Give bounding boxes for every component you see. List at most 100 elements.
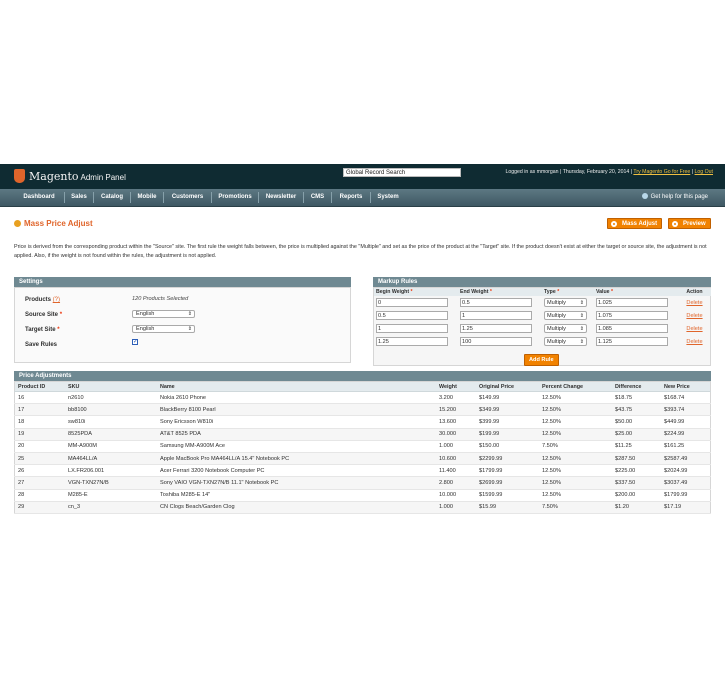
cell-original-price: $1799.99: [476, 464, 539, 478]
cell-percent-change: 12.50%: [539, 489, 612, 502]
add-rule-button[interactable]: Add Rule: [524, 354, 559, 366]
cell-difference: $337.50: [612, 476, 661, 490]
cell-weight: 15.200: [436, 403, 476, 417]
col-sku[interactable]: SKU: [65, 381, 157, 392]
col-end-weight: End Weight *: [458, 288, 542, 296]
col-type: Type *: [542, 288, 594, 296]
table-row[interactable]: 19 8525PDA AT&T 8525 PDA 30.000 $199.99 12.50…: [14, 428, 711, 441]
table-row[interactable]: 17 bb8100 BlackBerry 8100 Pearl 15.200 $349.…: [14, 403, 711, 417]
target-site-label: Target Site *: [25, 327, 60, 333]
select-arrows-icon: ⇕: [579, 326, 584, 332]
cell-name: Apple MacBook Pro MA464LL/A 15.4" Notebo…: [157, 452, 436, 466]
nav-mobile[interactable]: Mobile: [131, 189, 163, 206]
value-input[interactable]: 1.085: [596, 324, 668, 333]
main-nav: Dashboard Sales Catalog Mobile Customers…: [0, 189, 725, 207]
nav-sales[interactable]: Sales: [65, 189, 93, 206]
price-adjustments-table: Product ID SKU Name Weight Original Pric…: [14, 381, 711, 514]
type-select[interactable]: Multiply ⇕: [544, 337, 587, 346]
cell-new-price: $3037.49: [661, 476, 711, 490]
col-product-id[interactable]: Product ID: [14, 381, 65, 392]
col-weight[interactable]: Weight: [436, 381, 476, 392]
mass-adjust-button[interactable]: Mass Adjust: [607, 218, 663, 229]
delete-rule-link[interactable]: Delete: [686, 339, 702, 345]
try-magento-link[interactable]: Try Magento Go for Free: [633, 169, 690, 175]
cell-sku: sw810i: [65, 415, 157, 429]
type-select[interactable]: Multiply ⇕: [544, 298, 587, 307]
cell-weight: 2.800: [436, 476, 476, 490]
value-input[interactable]: 1.025: [596, 298, 668, 307]
value-input[interactable]: 1.075: [596, 311, 668, 320]
table-row[interactable]: 16 n2610 Nokia 2610 Phone 3.200 $149.99 12.50…: [14, 391, 711, 405]
value-input[interactable]: 1.125: [596, 337, 668, 346]
source-site-select[interactable]: English ⇕: [132, 310, 195, 318]
cell-weight: 3.200: [436, 391, 476, 405]
nav-system[interactable]: System: [371, 189, 405, 206]
page-title-row: Mass Price Adjust: [14, 219, 93, 228]
delete-rule-link[interactable]: Delete: [686, 300, 702, 306]
cell-percent-change: 12.50%: [539, 403, 612, 417]
end-weight-input[interactable]: 100: [460, 337, 532, 346]
col-new-price[interactable]: New Price: [661, 381, 711, 392]
cell-percent-change: 12.50%: [539, 476, 612, 490]
nav-newsletter[interactable]: Newsletter: [259, 189, 303, 206]
help-icon: [641, 193, 648, 199]
table-row[interactable]: 28 M285-E Toshiba M285-E 14" 10.000 $1599.99…: [14, 489, 711, 502]
products-help-link[interactable]: (?): [53, 297, 60, 303]
table-row[interactable]: 18 sw810i Sony Ericsson W810i 13.600 $399.99…: [14, 415, 711, 429]
markup-row: 1.25 100 Multiply ⇕ 1.125 Delete: [374, 335, 711, 348]
magento-logo[interactable]: Magento Admin Panel: [14, 169, 126, 183]
cell-weight: 30.000: [436, 428, 476, 441]
end-weight-input[interactable]: 1.25: [460, 324, 532, 333]
end-weight-input[interactable]: 1: [460, 311, 532, 320]
save-rules-checkbox[interactable]: ✓: [132, 339, 138, 345]
end-weight-input[interactable]: 0.5: [460, 298, 532, 307]
table-row[interactable]: 26 LX.FR206.001 Acer Ferrari 3200 Notebook…: [14, 464, 711, 478]
type-select[interactable]: Multiply ⇕: [544, 324, 587, 333]
table-row[interactable]: 29 cn_3 CN Clogs Beach/Garden Clog 1.000 $15…: [14, 501, 711, 514]
global-search-input[interactable]: Global Record Search: [343, 168, 461, 177]
magento-logo-icon: [14, 169, 25, 183]
cell-product-id: 20: [14, 440, 65, 453]
delete-rule-link[interactable]: Delete: [686, 326, 702, 332]
type-select[interactable]: Multiply ⇕: [544, 311, 587, 320]
target-site-select[interactable]: English ⇕: [132, 325, 195, 333]
col-difference[interactable]: Difference: [612, 381, 661, 392]
begin-weight-input[interactable]: 1: [376, 324, 448, 333]
admin-header: Magento Admin Panel Global Record Search…: [0, 164, 725, 189]
nav-reports[interactable]: Reports: [332, 189, 370, 206]
col-percent-change[interactable]: Percent Change: [539, 381, 612, 392]
begin-weight-input[interactable]: 0.5: [376, 311, 448, 320]
mass-adjust-label: Mass Adjust: [622, 221, 658, 227]
preview-button[interactable]: Preview: [668, 218, 711, 229]
cell-new-price: $1799.99: [661, 489, 711, 502]
cell-percent-change: 12.50%: [539, 452, 612, 466]
adjustments-body: 16 n2610 Nokia 2610 Phone 3.200 $149.99 12.50…: [14, 391, 711, 514]
table-row[interactable]: 25 MA464LL/A Apple MacBook Pro MA464LL/A 1…: [14, 452, 711, 466]
preview-icon: [672, 221, 678, 227]
cell-name: Acer Ferrari 3200 Notebook Computer PC: [157, 464, 436, 478]
nav-customers[interactable]: Customers: [164, 189, 211, 206]
table-row[interactable]: 20 MM-A900M Samsung MM-A900M Ace 1.000 $150.…: [14, 440, 711, 453]
help-link[interactable]: Get help for this page: [641, 189, 708, 206]
delete-rule-link[interactable]: Delete: [686, 313, 702, 319]
col-original-price[interactable]: Original Price: [476, 381, 539, 392]
nav-dashboard[interactable]: Dashboard: [14, 189, 64, 206]
cell-original-price: $399.99: [476, 415, 539, 429]
begin-weight-input[interactable]: 1.25: [376, 337, 448, 346]
col-name[interactable]: Name: [157, 381, 436, 392]
cell-sku: n2610: [65, 391, 157, 405]
nav-cms[interactable]: CMS: [304, 189, 331, 206]
begin-weight-input[interactable]: 0: [376, 298, 448, 307]
cell-original-price: $199.99: [476, 428, 539, 441]
cell-name: Sony Ericsson W810i: [157, 415, 436, 429]
cell-original-price: $349.99: [476, 403, 539, 417]
logout-link[interactable]: Log Out: [695, 169, 713, 175]
logo-subtitle: Admin Panel: [80, 172, 126, 182]
page-description: Price is derived from the corresponding …: [14, 244, 707, 259]
help-label: Get help for this page: [650, 194, 708, 200]
nav-promotions[interactable]: Promotions: [212, 189, 258, 206]
cell-name: CN Clogs Beach/Garden Clog: [157, 501, 436, 514]
cell-new-price: $224.99: [661, 428, 711, 441]
nav-catalog[interactable]: Catalog: [94, 189, 130, 206]
table-row[interactable]: 27 VGN-TXN27N/B Sony VAIO VGN-TXN27N/B 11.…: [14, 476, 711, 490]
